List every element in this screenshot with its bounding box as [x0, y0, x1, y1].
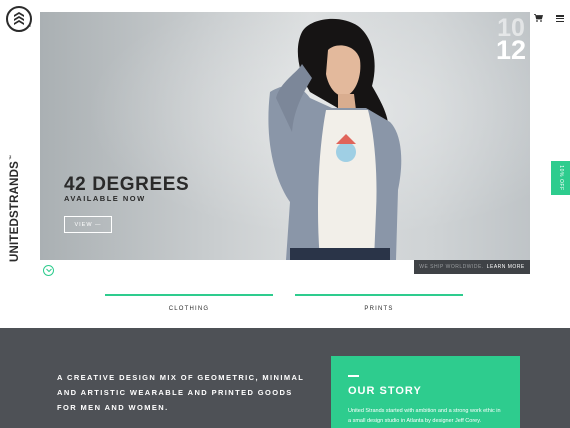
- category-prints[interactable]: PRINTS: [295, 294, 463, 324]
- brand-tagline: A CREATIVE DESIGN MIX OF GEOMETRIC, MINI…: [57, 373, 305, 412]
- brand-name: UNITEDSTRANDS: [9, 161, 21, 262]
- hamburger-menu-icon[interactable]: [556, 15, 564, 22]
- date-badge: 10 12: [494, 14, 528, 66]
- hero-model-image: [268, 18, 402, 260]
- discount-tab[interactable]: 10% OFF: [551, 161, 570, 195]
- brand-trademark: ™: [9, 154, 15, 160]
- category-clothing[interactable]: CLOTHING: [105, 294, 273, 324]
- discount-label: 10% OFF: [557, 165, 564, 191]
- date-top: 10: [497, 14, 525, 42]
- chevrons-badge-icon: [14, 12, 24, 25]
- shipping-bar[interactable]: WE SHIP WORLDWIDE. LEARN MORE: [414, 260, 530, 274]
- shipping-text: WE SHIP WORLDWIDE.: [419, 264, 484, 270]
- menu-line: [556, 20, 564, 22]
- story-divider: [348, 375, 359, 377]
- view-button[interactable]: VIEW —: [64, 216, 112, 233]
- menu-line: [556, 15, 564, 17]
- hero-title: 42 DEGREES: [64, 174, 190, 195]
- hero-banner[interactable]: 42 DEGREES AVAILABLE NOW VIEW — 10 12: [40, 12, 530, 260]
- learn-more-link[interactable]: LEARN MORE: [487, 264, 525, 270]
- brand-wordmark: UNITEDSTRANDS™: [9, 155, 21, 262]
- hero-subtitle: AVAILABLE NOW: [64, 194, 146, 203]
- chevron-down-icon: [45, 268, 52, 273]
- story-body: United Strands started with ambition and…: [348, 408, 501, 424]
- story-title: OUR STORY: [348, 385, 422, 397]
- date-bottom: 12: [495, 35, 527, 66]
- about-section: A CREATIVE DESIGN MIX OF GEOMETRIC, MINI…: [0, 328, 570, 428]
- logo-trademark: ™: [27, 24, 31, 29]
- our-story-card[interactable]: OUR STORY United Strands started with am…: [331, 356, 520, 428]
- scroll-down-button[interactable]: [43, 265, 54, 276]
- cart-icon[interactable]: [534, 14, 543, 22]
- menu-line: [556, 17, 564, 20]
